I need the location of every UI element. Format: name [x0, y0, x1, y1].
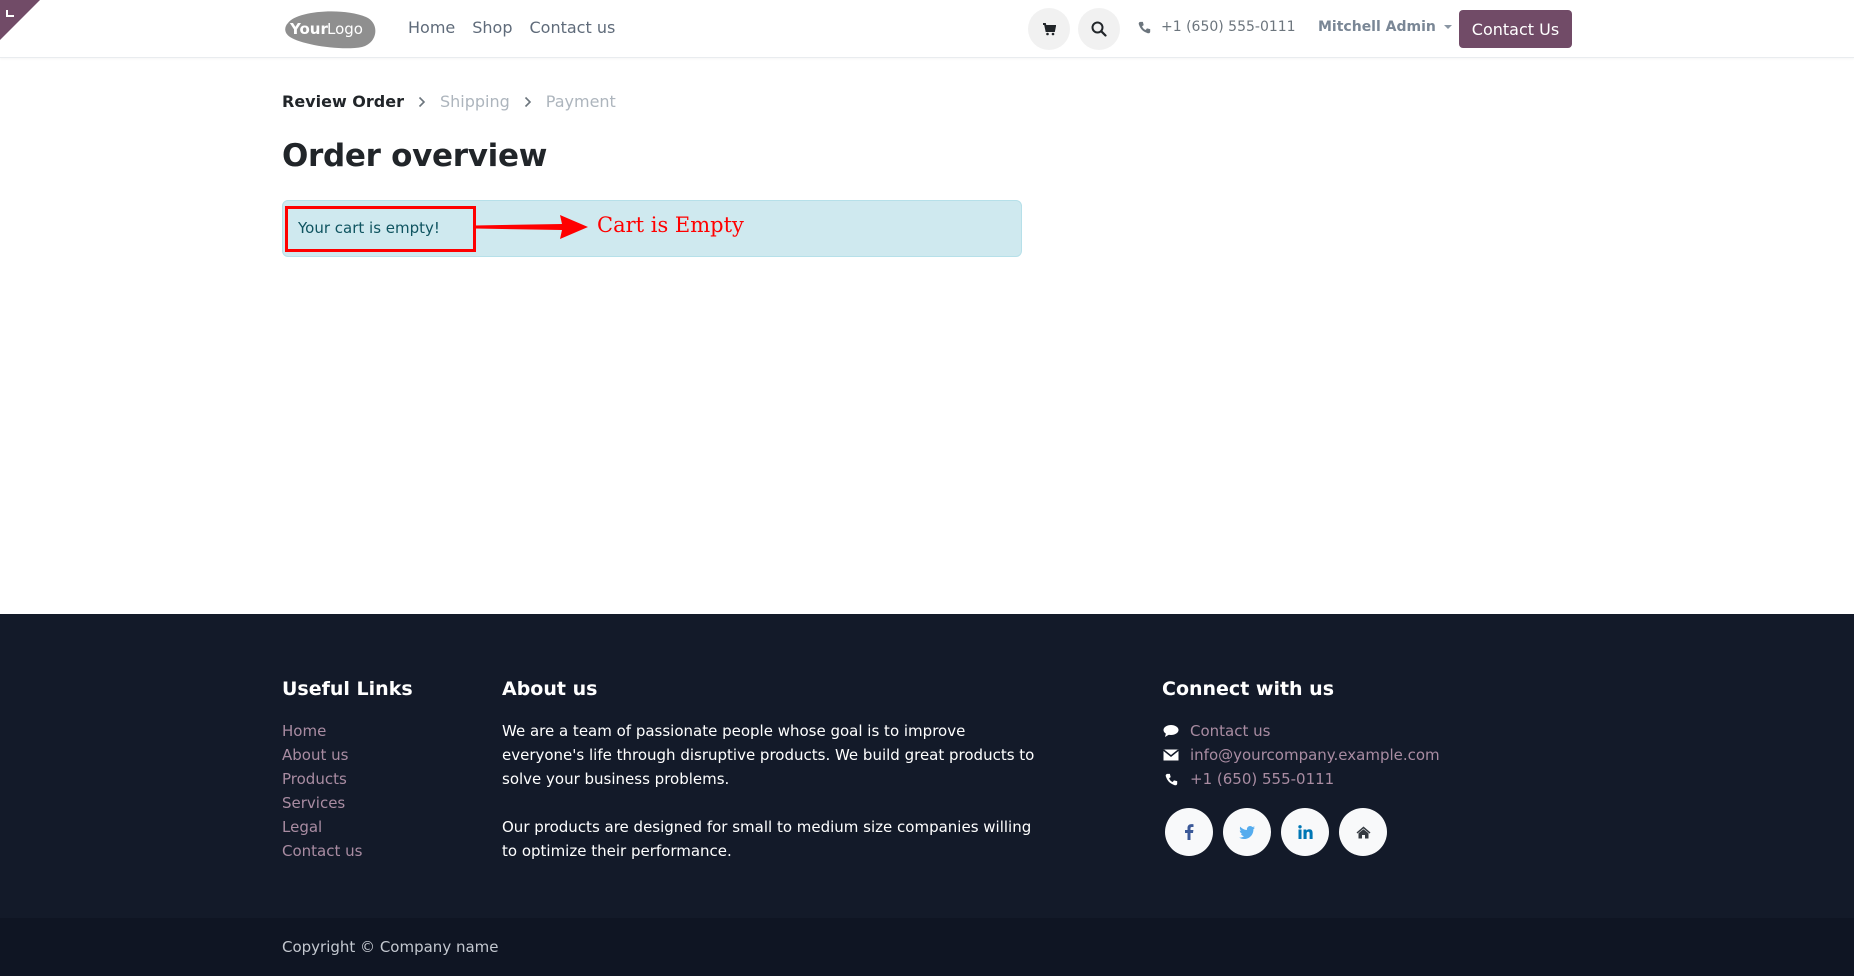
twitter-button[interactable]	[1223, 808, 1271, 856]
page-title: Order overview	[282, 138, 548, 174]
footer-link-about-us[interactable]: About us	[282, 743, 362, 767]
twitter-icon	[1239, 825, 1255, 839]
footer-link-services[interactable]: Services	[282, 791, 362, 815]
annotation-highlight-box	[285, 206, 476, 252]
cart-button[interactable]	[1028, 8, 1070, 50]
footer-phone-row: +1 (650) 555-0111	[1162, 767, 1440, 791]
chevron-right-icon	[524, 96, 532, 108]
site-header: Your Logo Home Shop Contact us +1 (650) …	[0, 0, 1854, 58]
copyright-bar	[0, 918, 1854, 976]
phone-icon	[1138, 21, 1151, 33]
nav-contact-us[interactable]: Contact us	[530, 18, 616, 37]
footer-contact-list: Contact us info@yourcompany.example.com …	[1162, 719, 1440, 791]
facebook-button[interactable]	[1165, 808, 1213, 856]
cart-icon	[1043, 23, 1056, 36]
footer-link-home[interactable]: Home	[282, 719, 362, 743]
step-payment: Payment	[545, 92, 616, 111]
facebook-icon	[1185, 824, 1194, 840]
phone-icon	[1162, 773, 1180, 786]
annotation-label: Cart is Empty	[597, 213, 744, 237]
home-icon	[1356, 826, 1370, 838]
search-icon	[1091, 21, 1107, 37]
checkout-steps: Review Order Shipping Payment	[282, 92, 616, 111]
footer-about-heading: About us	[502, 678, 598, 700]
nav-shop[interactable]: Shop	[472, 18, 512, 37]
footer-about-paragraph-1: We are a team of passionate people whose…	[502, 722, 1035, 788]
footer-email-link[interactable]: info@yourcompany.example.com	[1190, 746, 1440, 764]
corner-editor-toggle[interactable]	[0, 0, 40, 40]
footer-about-paragraph-2: Our products are designed for small to m…	[502, 818, 1032, 860]
user-name: Mitchell Admin	[1318, 19, 1436, 35]
header-phone[interactable]: +1 (650) 555-0111	[1138, 19, 1296, 35]
footer-phone-number[interactable]: +1 (650) 555-0111	[1190, 770, 1334, 788]
page: Your Logo Home Shop Contact us +1 (650) …	[0, 0, 1854, 976]
logo-text-light: Logo	[327, 20, 363, 38]
linkedin-icon	[1297, 825, 1313, 839]
footer-connect-heading: Connect with us	[1162, 678, 1335, 700]
footer-contact-link[interactable]: Contact us	[1190, 722, 1270, 740]
footer-useful-links-heading: Useful Links	[282, 678, 413, 700]
copyright-text: Copyright © Company name	[282, 938, 499, 956]
home-button[interactable]	[1339, 808, 1387, 856]
search-button[interactable]	[1078, 8, 1120, 50]
step-review-order[interactable]: Review Order	[282, 92, 404, 111]
site-logo[interactable]: Your Logo	[282, 9, 378, 49]
footer-link-legal[interactable]: Legal	[282, 815, 362, 839]
main-nav: Home Shop Contact us	[408, 18, 615, 37]
logo-text-bold: Your	[289, 20, 328, 38]
caret-down-icon	[1443, 25, 1452, 29]
header-phone-number: +1 (650) 555-0111	[1161, 19, 1296, 35]
step-shipping: Shipping	[439, 92, 510, 111]
linkedin-button[interactable]	[1281, 808, 1329, 856]
footer-useful-links: Home About us Products Services Legal Co…	[282, 719, 362, 863]
envelope-icon	[1162, 749, 1180, 761]
nav-home[interactable]: Home	[408, 18, 455, 37]
annotation-arrow-icon	[474, 215, 588, 239]
chevron-right-icon	[418, 96, 426, 108]
user-menu-dropdown[interactable]: Mitchell Admin	[1318, 19, 1452, 35]
footer-link-products[interactable]: Products	[282, 767, 362, 791]
footer-about-text: We are a team of passionate people whose…	[502, 719, 1042, 863]
contact-us-button[interactable]: Contact Us	[1459, 10, 1572, 48]
comment-icon	[1162, 724, 1180, 738]
footer-link-contact-us[interactable]: Contact us	[282, 839, 362, 863]
footer-contact-row: Contact us	[1162, 719, 1440, 743]
social-links	[1165, 808, 1387, 856]
footer-email-row: info@yourcompany.example.com	[1162, 743, 1440, 767]
